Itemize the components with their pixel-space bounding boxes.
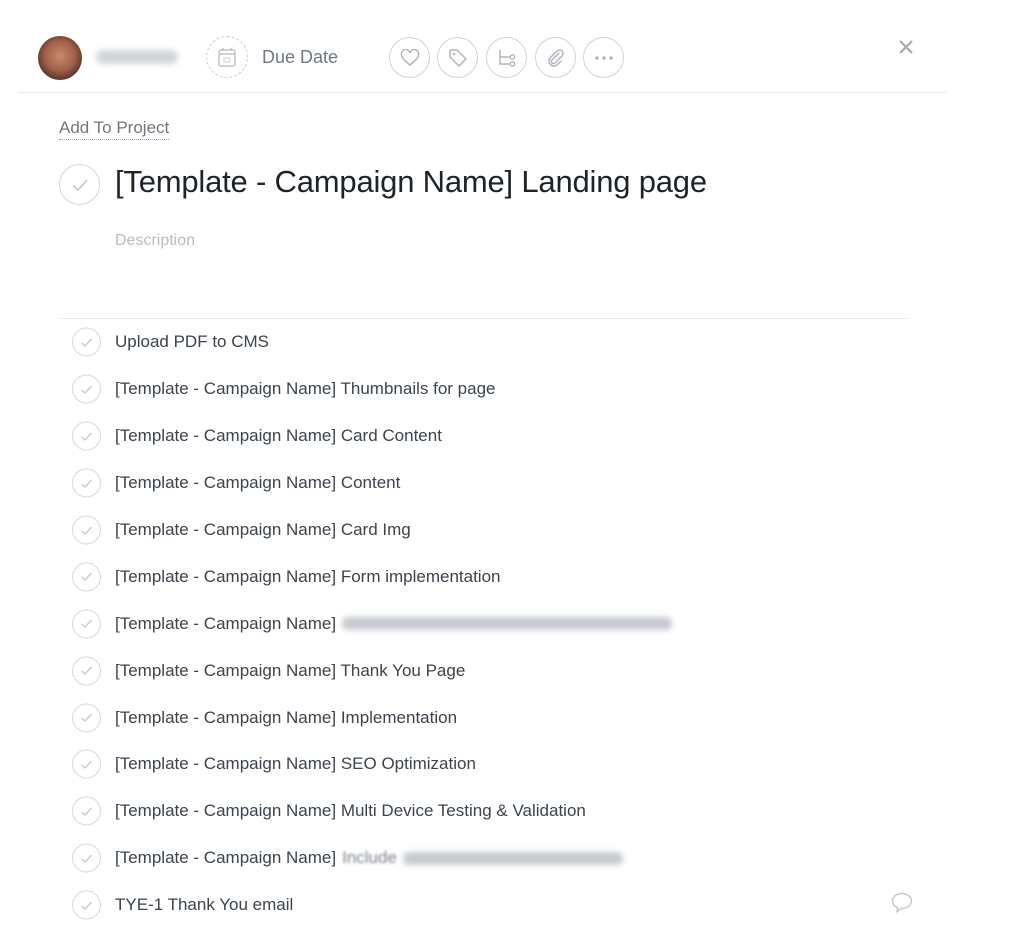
subtask-complete-button[interactable] xyxy=(72,468,101,498)
subtask-complete-button[interactable] xyxy=(72,421,101,451)
checkmark-icon xyxy=(81,338,92,347)
subtask-row[interactable]: [Template - Campaign Name] Card Content xyxy=(60,413,908,460)
heart-icon xyxy=(400,48,419,66)
subtask-name[interactable]: TYE-1 Thank You email xyxy=(115,895,293,915)
checkmark-icon xyxy=(81,760,92,769)
subtask-row[interactable]: [Template - Campaign Name] SEO Optimizat… xyxy=(60,741,908,788)
checkmark-icon xyxy=(81,666,92,676)
subtask-label: [Template - Campaign Name] Thank You Pag… xyxy=(115,660,466,680)
due-date-button[interactable] xyxy=(206,36,248,78)
subtask-name[interactable]: [Template - Campaign Name] Multi Device … xyxy=(115,801,586,821)
attach-button[interactable] xyxy=(535,37,576,78)
task-title[interactable]: [Template - Campaign Name] Landing page xyxy=(115,164,707,200)
subtask-complete-button[interactable] xyxy=(72,703,101,733)
subtask-name[interactable]: [Template - Campaign Name] Card Content xyxy=(115,426,442,446)
subtask-row[interactable]: [Template - Campaign Name] Thank You Pag… xyxy=(60,647,908,694)
tag-button[interactable] xyxy=(437,37,478,78)
subtask-name[interactable]: [Template - Campaign Name] Form implemen… xyxy=(115,567,500,587)
subtask-complete-button[interactable] xyxy=(72,327,101,357)
subtask-label: [Template - Campaign Name] xyxy=(115,848,337,868)
description-field[interactable]: Description xyxy=(115,232,195,250)
assignee-avatar[interactable] xyxy=(38,36,82,80)
subtask-complete-button[interactable] xyxy=(72,562,101,592)
complete-task-button[interactable] xyxy=(59,164,100,205)
tag-icon xyxy=(448,48,467,67)
subtask-complete-button[interactable] xyxy=(72,843,101,873)
checkmark-icon xyxy=(81,432,92,441)
checkmark-icon xyxy=(81,901,92,910)
subtask-name[interactable]: [Template - Campaign Name] SEO Optimizat… xyxy=(115,754,476,774)
subtask-name[interactable]: [Template - Campaign Name] Implementatio… xyxy=(115,708,457,728)
checkmark-icon xyxy=(81,385,92,394)
subtask-row[interactable]: [Template - Campaign Name] Implementatio… xyxy=(60,694,908,741)
subtask-row[interactable]: Upload PDF to CMS xyxy=(60,319,908,366)
subtask-row[interactable]: TYE-1 Thank You email xyxy=(60,882,913,929)
subtask-label: [Template - Campaign Name] Implementatio… xyxy=(115,707,458,727)
subtask-label: [Template - Campaign Name] Card Img xyxy=(115,520,411,539)
subtask-label: [Template - Campaign Name] Thumbnails fo… xyxy=(115,379,496,399)
assignee-name-redacted[interactable] xyxy=(96,50,178,64)
checkmark-icon xyxy=(81,807,92,816)
calendar-icon xyxy=(218,48,236,67)
subtask-complete-button[interactable] xyxy=(72,374,101,404)
subtask-label: [Template - Campaign Name] Multi Device … xyxy=(115,801,586,821)
more-actions-button[interactable] xyxy=(583,37,624,78)
subtask-row[interactable]: [Template - Campaign Name] Thumbnails fo… xyxy=(60,366,908,413)
subtask-name[interactable]: [Template - Campaign Name] Card Img xyxy=(115,520,411,540)
checkmark-icon xyxy=(81,619,92,629)
subtask-label: [Template - Campaign Name] Card Content xyxy=(115,426,442,446)
subtask-row[interactable]: [Template - Campaign Name] Content xyxy=(60,460,908,507)
subtask-name[interactable]: [Template - Campaign Name] Include xyxy=(115,848,623,868)
subtask-name[interactable]: [Template - Campaign Name] Thank You Pag… xyxy=(115,661,465,681)
subtask-label-suffix: Include xyxy=(342,848,397,868)
due-date-label[interactable]: Due Date xyxy=(262,47,338,68)
subtask-row[interactable]: [Template - Campaign Name] Card Img xyxy=(60,507,908,554)
close-button[interactable] xyxy=(895,36,917,58)
checkmark-icon xyxy=(81,713,92,722)
subtask-label: Upload PDF to CMS xyxy=(115,332,269,352)
comment-icon[interactable] xyxy=(890,892,914,919)
more-icon xyxy=(594,55,613,60)
checkmark-icon xyxy=(81,854,92,863)
subtask-row[interactable]: [Template - Campaign Name] xyxy=(60,600,908,647)
task-toolbar xyxy=(18,0,946,93)
subtasks-button[interactable] xyxy=(486,37,527,78)
subtask-name[interactable]: [Template - Campaign Name] xyxy=(115,613,673,634)
subtask-complete-button[interactable] xyxy=(72,749,101,779)
subtask-label: [Template - Campaign Name] Content xyxy=(115,473,401,493)
checkmark-icon xyxy=(81,572,92,582)
subtask-icon xyxy=(498,49,515,67)
subtask-label: TYE-1 Thank You email xyxy=(115,895,294,915)
paperclip-icon xyxy=(547,48,564,67)
subtask-list: Upload PDF to CMS [Template - Campaign Na… xyxy=(60,318,913,929)
subtask-row[interactable]: [Template - Campaign Name] Multi Device … xyxy=(60,788,908,835)
checkmark-icon xyxy=(81,479,92,488)
subtask-name[interactable]: [Template - Campaign Name] Content xyxy=(115,473,400,493)
redacted-text xyxy=(402,851,623,865)
checkmark-icon xyxy=(81,526,92,535)
subtask-complete-button[interactable] xyxy=(72,656,101,686)
subtask-complete-button[interactable] xyxy=(72,890,101,920)
subtask-label: [Template - Campaign Name] Form implemen… xyxy=(115,566,501,586)
subtask-row[interactable]: [Template - Campaign Name] Form implemen… xyxy=(60,553,908,600)
add-to-project-link[interactable]: Add To Project xyxy=(59,118,170,140)
subtask-complete-button[interactable] xyxy=(72,609,101,639)
close-icon xyxy=(899,40,913,54)
checkmark-icon xyxy=(71,178,88,191)
subtask-name[interactable]: [Template - Campaign Name] Thumbnails fo… xyxy=(115,379,495,399)
subtask-complete-button[interactable] xyxy=(72,796,101,826)
subtask-complete-button[interactable] xyxy=(72,515,101,545)
like-button[interactable] xyxy=(389,37,430,78)
subtask-label: [Template - Campaign Name] SEO Optimizat… xyxy=(115,754,476,774)
redacted-text xyxy=(342,617,673,631)
subtask-row[interactable]: [Template - Campaign Name] Include xyxy=(60,835,908,882)
subtask-name[interactable]: Upload PDF to CMS xyxy=(115,332,269,352)
subtask-label: [Template - Campaign Name] xyxy=(115,613,337,633)
